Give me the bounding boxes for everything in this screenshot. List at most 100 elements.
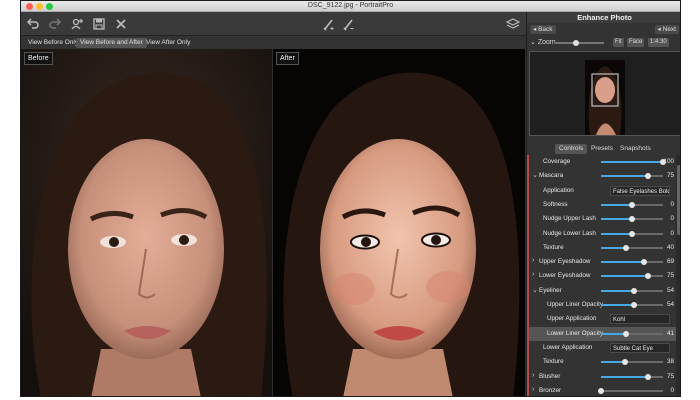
- slider-knob[interactable]: [644, 373, 651, 380]
- navigator-image: [530, 52, 680, 135]
- chevron-right-icon[interactable]: ›: [532, 386, 534, 393]
- slider-knob[interactable]: [622, 244, 629, 251]
- slider-knob[interactable]: [644, 273, 651, 280]
- control-slider[interactable]: [601, 287, 663, 294]
- control-dropdown[interactable]: Kohl: [610, 314, 670, 325]
- chevron-right-icon[interactable]: ›: [532, 372, 534, 379]
- control-label: Nudge Lower Lash: [543, 229, 596, 237]
- control-label: Blusher: [539, 372, 561, 380]
- control-row: Coverage 100: [529, 155, 676, 169]
- controls-scrollbar-thumb[interactable]: [677, 165, 680, 235]
- view-mode-tabs: View Before Only View Before and After V…: [21, 36, 526, 49]
- undo-icon[interactable]: [25, 16, 41, 32]
- control-row: Texture 38: [529, 355, 676, 369]
- control-value: 54: [666, 301, 674, 308]
- slider-knob[interactable]: [644, 173, 651, 180]
- control-slider[interactable]: [601, 201, 663, 208]
- slider-knob[interactable]: [640, 259, 647, 266]
- tab-presets[interactable]: Presets: [587, 144, 617, 154]
- control-slider[interactable]: [601, 273, 663, 280]
- tab-view-after-only[interactable]: View After Only: [142, 38, 194, 48]
- tab-controls[interactable]: Controls: [555, 144, 588, 154]
- slider-knob[interactable]: [629, 230, 635, 237]
- slider-knob[interactable]: [598, 387, 604, 394]
- chevron-down-icon[interactable]: ⌄: [532, 171, 538, 179]
- brush-add-icon[interactable]: [321, 16, 337, 32]
- slider-fill: [601, 261, 644, 264]
- control-slider[interactable]: [601, 230, 663, 237]
- control-row: Lower Application Subtle Cat Eye: [529, 341, 676, 355]
- next-button[interactable]: ◂ Next: [654, 25, 679, 34]
- zoom-slider[interactable]: [556, 40, 604, 46]
- after-image[interactable]: After: [273, 49, 525, 396]
- slider-knob[interactable]: [623, 330, 630, 337]
- control-slider[interactable]: [601, 173, 663, 180]
- control-dropdown[interactable]: Subtle Cat Eye: [610, 342, 670, 353]
- navigator-thumbnail[interactable]: [529, 51, 680, 136]
- face-button[interactable]: Face: [627, 38, 645, 47]
- tab-view-before-only[interactable]: View Before Only: [24, 38, 82, 48]
- control-label: Nudge Upper Lash: [543, 215, 596, 223]
- control-slider[interactable]: [601, 359, 663, 366]
- slider-knob[interactable]: [621, 359, 628, 366]
- control-slider[interactable]: [601, 330, 663, 337]
- next-label: Next: [662, 26, 676, 33]
- control-slider[interactable]: [601, 244, 663, 251]
- save-icon[interactable]: [91, 16, 107, 32]
- redo-icon[interactable]: [47, 16, 63, 32]
- fit-button[interactable]: Fit: [613, 38, 624, 47]
- controls-tabs: Controls Presets Snapshots: [527, 142, 680, 154]
- back-label: Back: [538, 26, 553, 33]
- close-icon[interactable]: [113, 16, 129, 32]
- slider-fill: [601, 203, 632, 206]
- control-label: Lower Eyeshadow: [539, 272, 591, 280]
- chevron-right-icon[interactable]: ›: [532, 257, 534, 264]
- slider-knob[interactable]: [631, 302, 638, 308]
- control-slider[interactable]: [601, 259, 663, 266]
- zoom-ratio[interactable]: 1:4.30: [648, 38, 669, 47]
- window-title: DSC_9122.jpg - PortraitPro: [307, 2, 394, 9]
- control-row: Texture 40: [529, 241, 676, 255]
- control-slider[interactable]: [601, 216, 663, 223]
- slider-fill: [601, 289, 635, 292]
- slider-fill: [601, 218, 632, 221]
- title-bar: DSC_9122.jpg - PortraitPro: [21, 1, 680, 12]
- tab-snapshots[interactable]: Snapshots: [616, 144, 655, 154]
- slider-fill: [601, 275, 648, 278]
- slider-knob[interactable]: [629, 216, 635, 223]
- panel-title: Enhance Photo: [527, 12, 680, 23]
- control-value: 0: [670, 215, 674, 223]
- control-slider[interactable]: [598, 387, 663, 394]
- control-slider[interactable]: [601, 159, 666, 165]
- controls-scrollbar[interactable]: [676, 155, 680, 396]
- control-label: Mascara: [539, 172, 564, 180]
- before-image[interactable]: Before: [21, 49, 272, 396]
- tab-view-before-and-after[interactable]: View Before and After: [76, 38, 147, 48]
- control-value: 100: [663, 158, 674, 165]
- layers-icon[interactable]: [505, 16, 521, 32]
- control-dropdown[interactable]: False Eyelashes Bold: [610, 185, 670, 196]
- slider-knob[interactable]: [629, 201, 635, 208]
- control-row: › Lower Eyeshadow 75: [529, 269, 676, 283]
- control-value: 54: [666, 286, 674, 294]
- control-label: Bronzer: [539, 386, 562, 394]
- control-row: › Bronzer 0: [529, 384, 676, 396]
- brush-remove-icon[interactable]: [341, 16, 357, 32]
- zoom-label: ⌄ Zoom: [530, 39, 556, 46]
- add-person-icon[interactable]: [69, 16, 85, 32]
- control-value: 69: [666, 258, 674, 266]
- control-row: › Blusher 75: [529, 370, 676, 384]
- control-label: Upper Liner Opacity: [547, 301, 603, 308]
- control-row: › Upper Eyeshadow 69: [529, 255, 676, 269]
- zoom-slider-knob[interactable]: [572, 40, 579, 46]
- control-row: ⌄ Mascara 75: [529, 169, 676, 183]
- control-slider[interactable]: [601, 302, 663, 308]
- chevron-down-icon[interactable]: ⌄: [532, 286, 538, 294]
- control-slider[interactable]: [601, 373, 663, 380]
- slider-knob[interactable]: [631, 287, 638, 294]
- back-button[interactable]: ◂ Back: [530, 25, 556, 34]
- control-row: Application False Eyelashes Bold: [529, 184, 676, 198]
- control-label: Application: [543, 186, 574, 194]
- chevron-right-icon[interactable]: ›: [532, 271, 534, 278]
- slider-fill: [601, 175, 648, 178]
